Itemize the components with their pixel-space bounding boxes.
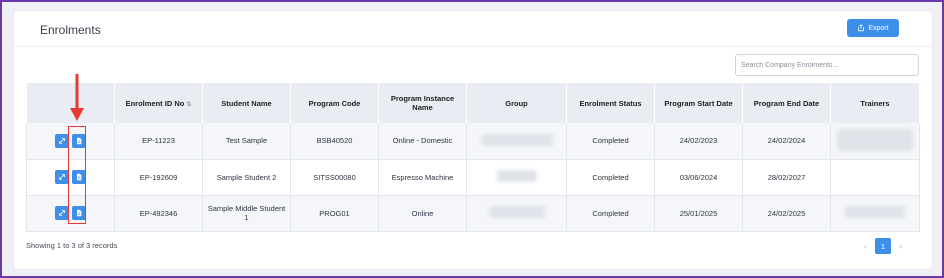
- cell-trainers: [830, 159, 920, 196]
- cell-student-name: Test Sample: [202, 123, 291, 160]
- cell-student-name: Sample Middle Student 1: [202, 195, 291, 232]
- page-button-current[interactable]: 1: [875, 238, 891, 254]
- col-program-start-date: Program Start Date: [654, 83, 743, 123]
- annotation-highlight-box: [68, 126, 86, 224]
- chevron-right-icon[interactable]: ›: [899, 241, 902, 251]
- cell-trainers: [830, 123, 920, 160]
- expand-icon: [59, 137, 65, 144]
- enrolments-table: Enrolment ID No ⇅ Student Name Program Co…: [26, 83, 920, 232]
- table-header-row: Enrolment ID No ⇅ Student Name Program Co…: [26, 83, 920, 123]
- screenshot-frame: Enrolments Export Enrolment ID No⇅: [0, 0, 944, 278]
- enrolments-panel: Enrolments Export Enrolment ID No⇅: [14, 11, 932, 269]
- cell-group: [466, 123, 567, 160]
- cell-end-date: 28/02/2027: [742, 159, 831, 196]
- cell-program-instance: Online - Domestic: [378, 123, 467, 160]
- col-program-code: Program Code: [290, 83, 379, 123]
- col-trainers: Trainers: [830, 83, 920, 123]
- col-enrolment-status: Enrolment Status: [566, 83, 655, 123]
- cell-student-name: Sample Student 2: [202, 159, 291, 196]
- cell-start-date: 03/06/2024: [654, 159, 743, 196]
- chevron-left-icon[interactable]: ‹: [864, 241, 867, 251]
- search-input[interactable]: [735, 54, 919, 76]
- blurred-group: [496, 170, 537, 182]
- cell-status: Completed: [566, 195, 655, 232]
- col-group: Group: [466, 83, 567, 123]
- cell-status: Completed: [566, 123, 655, 160]
- cell-enrolment-id: EP-11223: [114, 123, 203, 160]
- export-icon: [858, 24, 865, 32]
- blurred-trainers: [845, 206, 905, 218]
- blurred-group: [488, 206, 545, 218]
- expand-button[interactable]: [55, 133, 69, 148]
- expand-button[interactable]: [55, 206, 69, 220]
- annotation-arrow: [70, 74, 84, 121]
- cell-enrolment-id: EP-192609: [114, 159, 203, 196]
- table-row: EP-492346 Sample Middle Student 1 PROG01…: [26, 195, 920, 232]
- cell-program-code: BSB40520: [290, 123, 379, 160]
- cell-end-date: 24/02/2025: [742, 195, 831, 232]
- cell-group: [466, 195, 567, 232]
- cell-start-date: 25/01/2025: [654, 195, 743, 232]
- blurred-group: [480, 133, 553, 146]
- cell-trainers: [830, 195, 920, 232]
- cell-status: Completed: [566, 159, 655, 196]
- col-student-name: Student Name: [202, 83, 291, 123]
- page-title: Enrolments: [40, 23, 101, 37]
- pagination: ‹ 1 ›: [864, 238, 902, 254]
- cell-start-date: 24/02/2023: [654, 123, 743, 160]
- expand-button[interactable]: [55, 170, 69, 184]
- sort-icon[interactable]: ⇅: [186, 102, 191, 108]
- col-enrolment-id-label: Enrolment ID No: [125, 98, 185, 108]
- cell-group: [466, 159, 567, 196]
- col-enrolment-id[interactable]: Enrolment ID No ⇅: [114, 83, 203, 123]
- records-info: Showing 1 to 3 of 3 records: [26, 241, 118, 250]
- table-row: EP-11223 Test Sample BSB40520 Online - D…: [26, 123, 920, 160]
- export-button[interactable]: Export: [847, 19, 899, 37]
- cell-program-instance: Espresso Machine: [378, 159, 467, 196]
- cell-enrolment-id: EP-492346: [114, 195, 203, 232]
- expand-icon: [59, 174, 65, 180]
- col-program-end-date: Program End Date: [742, 83, 831, 123]
- cell-program-code: SITSS00080: [290, 159, 379, 196]
- cell-program-instance: Online: [378, 195, 467, 232]
- col-program-instance-name: Program Instance Name: [378, 83, 467, 123]
- blurred-trainers: [837, 128, 913, 151]
- panel-header: Enrolments Export: [14, 11, 932, 47]
- table-row: EP-192609 Sample Student 2 SITSS00080 Es…: [26, 159, 920, 196]
- export-label: Export: [868, 24, 889, 32]
- cell-program-code: PROG01: [290, 195, 379, 232]
- expand-icon: [59, 210, 65, 216]
- cell-end-date: 24/02/2024: [742, 123, 831, 160]
